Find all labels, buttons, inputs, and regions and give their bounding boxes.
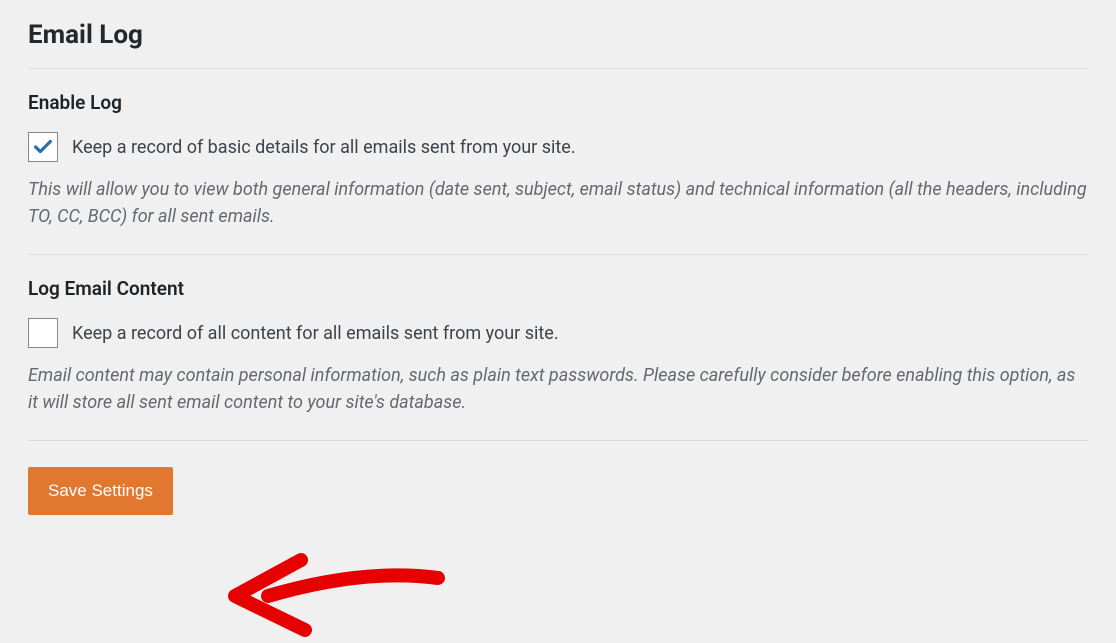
section-log-content: Log Email Content Keep a record of all c… bbox=[28, 255, 1088, 440]
divider bbox=[28, 440, 1088, 441]
log-content-checkbox[interactable] bbox=[28, 318, 58, 348]
section-enable-log: Enable Log Keep a record of basic detail… bbox=[28, 69, 1088, 254]
checkmark-icon bbox=[32, 136, 54, 158]
enable-log-label: Keep a record of basic details for all e… bbox=[72, 137, 576, 158]
enable-log-checkbox[interactable] bbox=[28, 132, 58, 162]
arrow-annotation-icon bbox=[223, 548, 453, 643]
log-content-description: Email content may contain personal infor… bbox=[28, 362, 1088, 416]
page-title: Email Log bbox=[28, 20, 1088, 50]
log-content-heading: Log Email Content bbox=[28, 277, 1088, 300]
save-settings-button[interactable]: Save Settings bbox=[28, 467, 173, 515]
enable-log-row: Keep a record of basic details for all e… bbox=[28, 132, 1088, 162]
log-content-label: Keep a record of all content for all ema… bbox=[72, 323, 559, 344]
enable-log-heading: Enable Log bbox=[28, 91, 1088, 114]
log-content-row: Keep a record of all content for all ema… bbox=[28, 318, 1088, 348]
enable-log-description: This will allow you to view both general… bbox=[28, 176, 1088, 230]
